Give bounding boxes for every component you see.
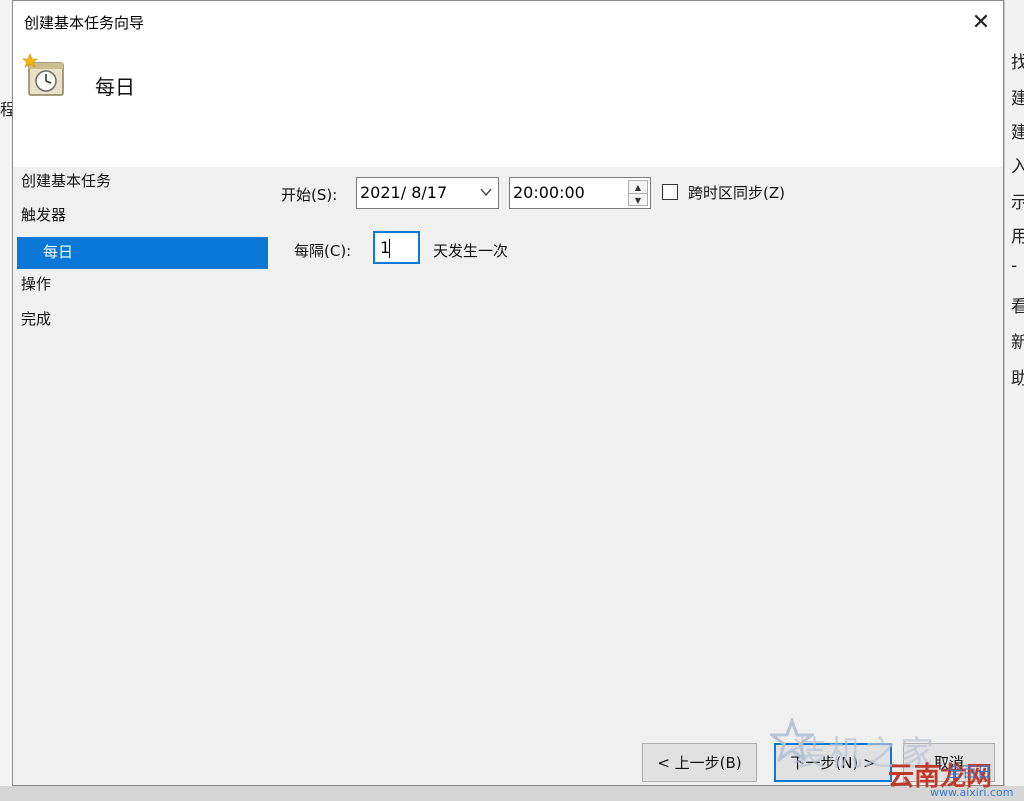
window-title: 创建基本任务向导: [24, 14, 145, 32]
time-spinner: ▲ ▼: [628, 180, 648, 206]
nav-step-finish: 完成: [21, 310, 52, 328]
recur-days-input[interactable]: 1: [373, 231, 420, 264]
spin-down-icon[interactable]: ▼: [629, 193, 647, 206]
watermark-url: www.aixiri.com: [930, 786, 1014, 799]
spin-up-icon[interactable]: ▲: [629, 181, 647, 193]
background-text-fragment: 找: [1011, 48, 1024, 73]
text-cursor: [389, 239, 390, 258]
start-time-input[interactable]: 20:00:00 ▲ ▼: [509, 177, 651, 209]
create-basic-task-wizard: 创建基本任务向导 ✕ 每日 创建基本任务 触发器 每日 操作 完成 开始(S):…: [12, 0, 1004, 786]
wizard-steps-nav: 创建基本任务 触发器 每日 操作 完成: [13, 167, 273, 567]
background-text-fragment: 建: [1011, 118, 1024, 143]
background-text-fragment: 示: [1011, 188, 1024, 213]
sync-timezone-label: 跨时区同步(Z): [688, 184, 785, 202]
sync-timezone-checkbox[interactable]: [662, 184, 678, 200]
title-bar: 创建基本任务向导 ✕: [13, 1, 1003, 43]
close-button[interactable]: ✕: [959, 1, 1003, 43]
background-text-fragment: -: [1011, 256, 1018, 276]
start-label: 开始(S):: [281, 186, 338, 204]
background-text-fragment: 看: [1011, 292, 1024, 317]
back-button[interactable]: < 上一步(B): [642, 743, 757, 782]
background-text-fragment: 新: [1011, 328, 1024, 353]
background-text-fragment: 程: [0, 100, 12, 119]
chevron-down-icon: [480, 188, 492, 197]
start-date-picker[interactable]: 2021/ 8/17: [356, 177, 499, 209]
wizard-header: 每日: [13, 43, 1003, 167]
background-text-fragment: 助: [1011, 364, 1024, 389]
scheduled-task-clock-icon: [22, 53, 64, 96]
nav-step-daily: 每日: [17, 237, 268, 269]
background-window-right: 找 建 建 入 示 用 - 看 新 助: [1004, 0, 1024, 801]
background-text-fragment: 用: [1011, 222, 1024, 247]
nav-step-create-basic-task: 创建基本任务: [21, 172, 112, 190]
watermark-brand: 全百日: [947, 763, 993, 781]
page-title: 每日: [95, 75, 135, 99]
background-window-bottom: [0, 786, 1024, 801]
start-date-value: 2021/ 8/17: [360, 183, 448, 202]
background-text-fragment: 入: [1011, 152, 1024, 177]
close-icon: ✕: [971, 9, 991, 35]
nav-step-action: 操作: [21, 275, 52, 293]
recur-suffix: 天发生一次: [433, 242, 509, 260]
recur-label: 每隔(C):: [294, 242, 352, 260]
background-text-fragment: 建: [1011, 84, 1024, 109]
nav-step-trigger: 触发器: [21, 206, 67, 224]
start-time-value: 20:00:00: [513, 183, 585, 202]
